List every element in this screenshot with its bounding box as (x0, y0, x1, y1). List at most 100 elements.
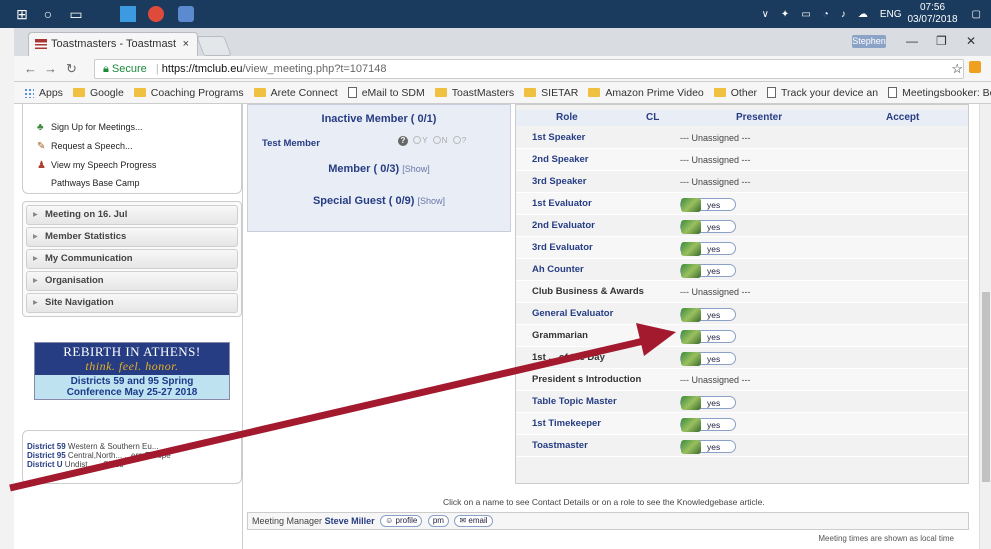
accordion-organisation[interactable]: Organisation (26, 271, 238, 291)
bookmark-label: Apps (39, 86, 63, 99)
accordion-site-navigation[interactable]: Site Navigation (26, 293, 238, 313)
volume-icon[interactable]: ♪ (841, 9, 846, 20)
restore-icon[interactable]: ❐ (936, 34, 947, 48)
radio-maybe[interactable] (452, 136, 461, 144)
back-icon[interactable]: ← (24, 61, 37, 76)
conference-banner[interactable]: REBIRTH IN ATHENS! think. feel. honor. D… (34, 342, 230, 400)
inactive-member-heading[interactable]: Inactive Member ( 0/1) (248, 113, 510, 125)
tab-toastmasters[interactable]: Toastmasters - Toastmast × (28, 32, 198, 56)
bookmark-item[interactable]: Arete Connect (253, 87, 338, 99)
bookmark-item[interactable]: SIETAR (524, 87, 578, 99)
bookmark-item[interactable]: Amazon Prime Video (588, 87, 704, 99)
district-item[interactable]: District 95 Central,North... ...ern Euro… (27, 451, 237, 460)
notifications-icon[interactable]: ▢ (972, 9, 981, 20)
extension-icon[interactable] (969, 61, 981, 73)
presenter-yes-button[interactable]: yes (680, 352, 736, 366)
accordion-member-statistics[interactable]: Member Statistics (26, 227, 238, 247)
chevron-up-icon[interactable]: ∨ (762, 9, 769, 20)
role-name[interactable]: 1st ... of the Day (532, 352, 605, 363)
app-icon[interactable] (178, 6, 194, 22)
role-name[interactable]: 3rd Evaluator (532, 242, 593, 253)
member-show-link[interactable]: [Show] (402, 164, 430, 174)
presenter-yes-button[interactable]: yes (680, 220, 736, 234)
role-name[interactable]: 1st Timekeeper (532, 418, 601, 429)
language-indicator[interactable]: ENG (880, 9, 902, 20)
role-name[interactable]: Toastmaster (532, 440, 588, 451)
manager-name[interactable]: Steve Miller (325, 516, 375, 526)
page-scrollbar[interactable] (979, 104, 991, 549)
bookmark-item[interactable]: Google (72, 87, 124, 99)
tab-close-icon[interactable]: × (183, 33, 189, 55)
profile-button[interactable]: Stephen (852, 35, 886, 48)
role-name[interactable]: General Evaluator (532, 308, 613, 319)
email-icon: ✉ (459, 516, 467, 525)
bookmark-item[interactable]: ToastMasters (434, 87, 514, 99)
role-name[interactable]: 1st Evaluator (532, 198, 592, 209)
new-tab-button[interactable] (196, 36, 232, 56)
role-name[interactable]: 2nd Evaluator (532, 220, 595, 231)
bookmark-item[interactable]: Other (713, 87, 757, 99)
district-item[interactable]: District 59 Western & Southern Eu... (27, 442, 237, 451)
sidebar-link-signup[interactable]: ♣ Sign Up for Meetings... (37, 122, 143, 133)
battery-icon[interactable]: ▭ (801, 9, 810, 20)
bookmark-item[interactable]: Apps (24, 87, 63, 99)
guest-show-link[interactable]: [Show] (418, 196, 446, 206)
role-name[interactable]: Club Business & Awards (532, 286, 644, 297)
role-name[interactable]: 3rd Speaker (532, 176, 586, 187)
scrollbar-thumb[interactable] (982, 292, 990, 482)
bookmark-item[interactable]: Coaching Programs (133, 87, 244, 99)
district-item[interactable]: District U Undist... ...Clubs (27, 460, 237, 469)
page-viewport: ♣ Sign Up for Meetings... ✎ Request a Spee… (14, 104, 991, 549)
accordion-meeting[interactable]: Meeting on 16. Jul (26, 205, 238, 225)
test-member-name[interactable]: Test Member (262, 138, 320, 149)
guest-title[interactable]: Special Guest ( 0/9) (313, 195, 414, 207)
presenter-yes-button[interactable]: yes (680, 242, 736, 256)
radio-no[interactable] (432, 136, 441, 144)
reload-icon[interactable]: ↻ (66, 61, 77, 77)
bookmark-item[interactable]: Track your device an (767, 87, 878, 99)
radio-yes[interactable] (413, 136, 422, 144)
wifi-icon[interactable]: ◔ (823, 9, 829, 20)
bookmark-item[interactable]: Meetingsbooker: Bo (888, 87, 991, 99)
bookmark-star-icon[interactable]: ☆ (951, 61, 963, 77)
clock[interactable]: 07:56 03/07/2018 (907, 2, 957, 26)
role-name[interactable]: 1st Speaker (532, 132, 585, 143)
bookmark-item[interactable]: eMail to SDM (347, 87, 425, 99)
sidebar-link-pathways[interactable]: Pathways Base Camp (51, 178, 140, 188)
role-name[interactable]: President s Introduction (532, 374, 641, 385)
cortana-icon[interactable]: ○ (40, 6, 56, 22)
presenter-yes-button[interactable]: yes (680, 440, 736, 454)
role-name[interactable]: 2nd Speaker (532, 154, 589, 165)
presenter-yes-button[interactable]: yes (680, 330, 736, 344)
sidebar-accordion: Meeting on 16. Jul Member Statistics My … (22, 201, 242, 317)
sidebar-link-request-speech[interactable]: ✎ Request a Speech... (37, 141, 133, 152)
presenter-photo-icon (681, 396, 701, 410)
close-window-icon[interactable]: ✕ (966, 34, 976, 48)
forward-icon[interactable]: → (44, 61, 57, 76)
presenter-yes-button[interactable]: yes (680, 396, 736, 410)
email-button[interactable]: ✉ email (454, 515, 493, 527)
role-name[interactable]: Grammarian (532, 330, 588, 341)
task-view-icon[interactable]: ▭ (68, 6, 84, 22)
table-row: 1st Evaluator yes (516, 193, 968, 215)
presenter-yes-button[interactable]: yes (680, 308, 736, 322)
windows-start-icon[interactable]: ⊞ (14, 6, 30, 22)
minimize-icon[interactable]: — (906, 34, 918, 48)
file-explorer-icon[interactable] (120, 6, 136, 22)
sidebar-link-speech-progress[interactable]: ♟ View my Speech Progress (37, 160, 156, 171)
chrome-icon[interactable] (148, 6, 164, 22)
presenter-yes-button[interactable]: yes (680, 264, 736, 278)
role-name[interactable]: Table Topic Master (532, 396, 617, 407)
dropbox-icon[interactable]: ✦ (781, 9, 789, 20)
pm-button[interactable]: pm (427, 515, 449, 527)
presenter-yes-button[interactable]: yes (680, 198, 736, 212)
accordion-my-communication[interactable]: My Communication (26, 249, 238, 269)
cloud-icon[interactable]: ☁ (858, 9, 868, 20)
role-name[interactable]: Ah Counter (532, 264, 584, 275)
presenter-photo-icon (681, 308, 701, 322)
member-title[interactable]: Member ( 0/3) (328, 163, 399, 175)
presenter-yes-button[interactable]: yes (680, 418, 736, 432)
banner-line3: Districts 59 and 95 Spring (70, 376, 194, 387)
profile-button[interactable]: ☺ profile (380, 515, 423, 527)
url-field[interactable]: 🔒︎ Secure | https://tmclub.eu/view_meeti… (94, 59, 964, 79)
